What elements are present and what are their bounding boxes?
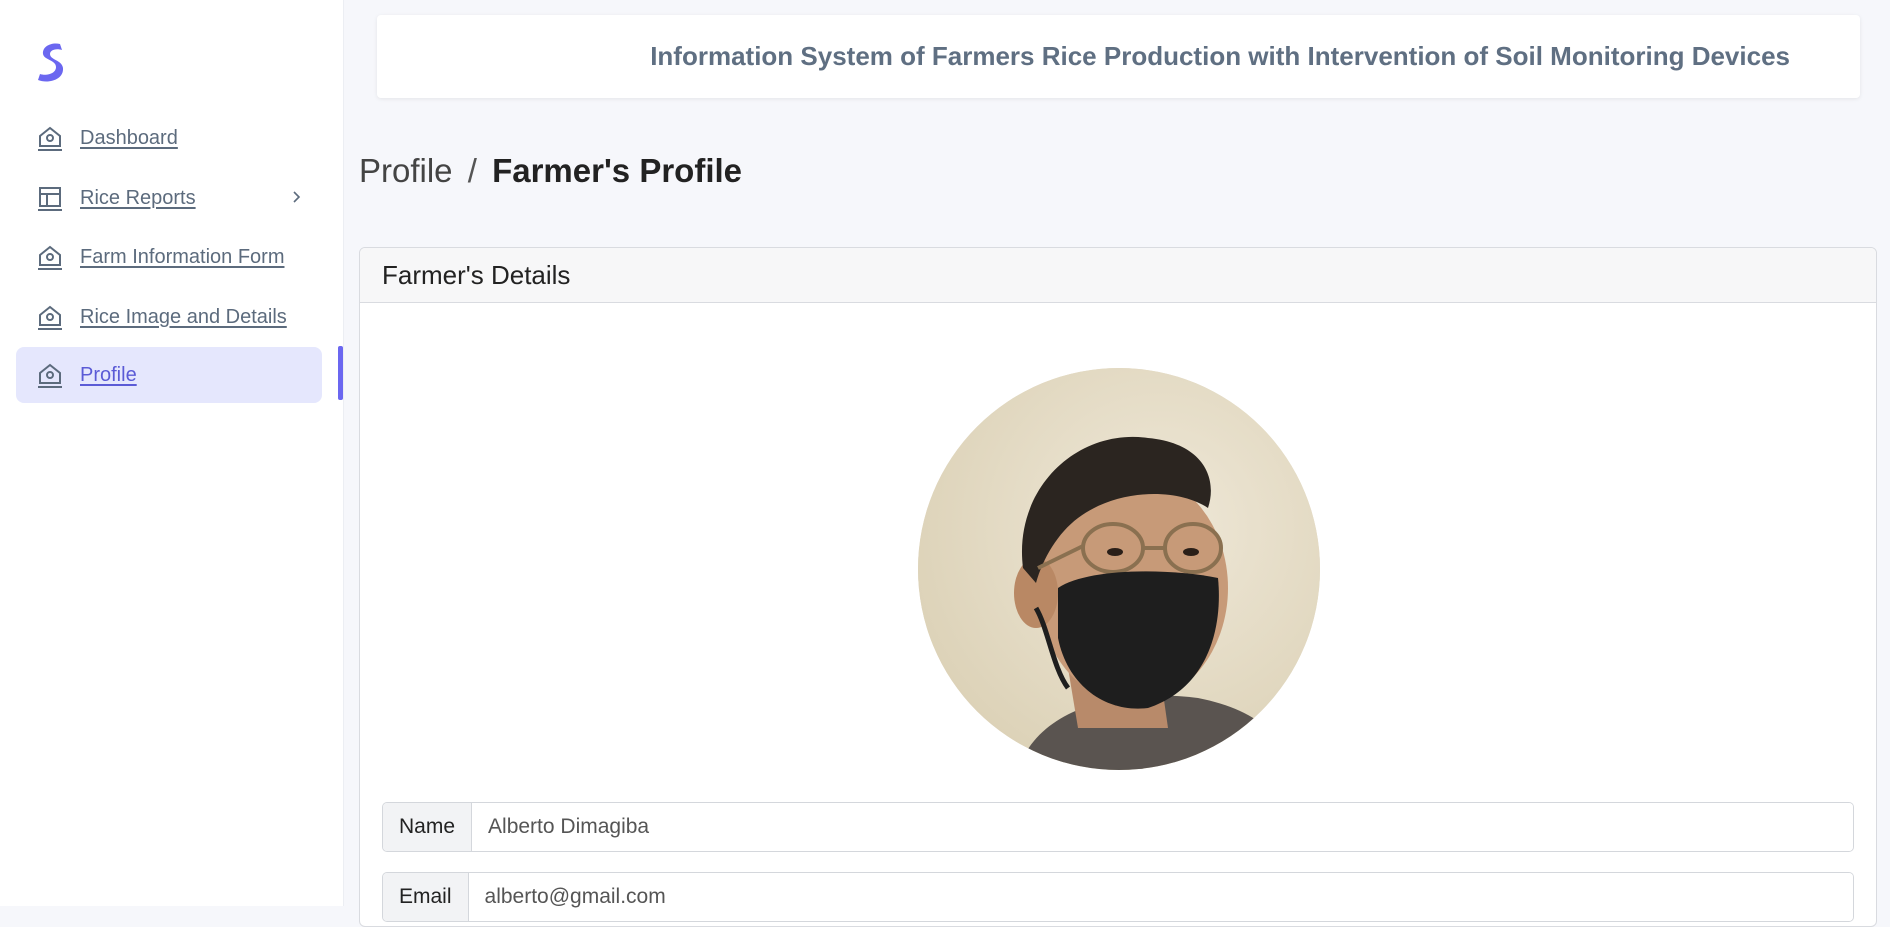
sidebar-item-label: Profile (80, 363, 137, 386)
breadcrumb-separator: / (467, 152, 477, 189)
sidebar-item-label: Rice Image and Details (80, 305, 287, 328)
home-icon (36, 124, 64, 152)
breadcrumb: Profile / Farmer's Profile (359, 152, 742, 190)
app-header: Information System of Farmers Rice Produ… (377, 15, 1860, 98)
page-title: Farmer's Profile (492, 152, 743, 189)
home-icon (36, 303, 64, 331)
breadcrumb-parent[interactable]: Profile (359, 152, 453, 189)
sidebar-item-farm-information-form[interactable]: Farm Information Form (16, 229, 322, 285)
email-label: Email (383, 873, 469, 921)
sidebar-item-rice-reports[interactable]: Rice Reports (16, 170, 322, 226)
sidebar: Dashboard Rice Reports Farm Information … (0, 0, 344, 906)
card-header: Farmer's Details (360, 248, 1876, 303)
sidebar-item-dashboard[interactable]: Dashboard (16, 110, 322, 166)
name-label: Name (383, 803, 473, 851)
name-field[interactable]: Alberto Dimagiba (472, 803, 1853, 851)
sidebar-item-profile[interactable]: Profile (16, 347, 322, 403)
app-title: Information System of Farmers Rice Produ… (650, 41, 1790, 71)
sidebar-item-label: Rice Reports (80, 186, 196, 209)
sidebar-item-label: Farm Information Form (80, 245, 285, 268)
sidebar-item-label: Dashboard (80, 126, 178, 149)
farmer-details-card: Farmer's Details Name Alberto Dimagiba E… (359, 247, 1877, 927)
chevron-right-icon[interactable] (286, 187, 306, 207)
active-indicator (338, 346, 343, 400)
home-icon (36, 243, 64, 271)
email-field-group: Email alberto@gmail.com (382, 872, 1854, 922)
sidebar-item-rice-image-and-details[interactable]: Rice Image and Details (16, 289, 322, 345)
layout-icon (36, 184, 64, 212)
email-field[interactable]: alberto@gmail.com (468, 873, 1853, 921)
avatar (918, 368, 1320, 770)
s-logo-icon[interactable] (34, 40, 68, 84)
home-icon (36, 361, 64, 389)
name-field-group: Name Alberto Dimagiba (382, 802, 1854, 852)
card-title: Farmer's Details (382, 259, 571, 290)
